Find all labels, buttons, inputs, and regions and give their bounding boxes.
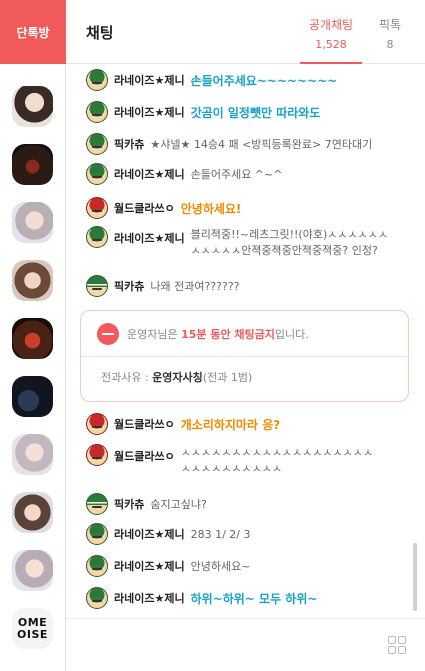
avatar-text: OISE bbox=[17, 627, 48, 641]
tab-public-chat[interactable]: 공개채팅 1,528 bbox=[300, 16, 362, 64]
chat-message-list: 라네이즈★제니 손들어주세요~~~~~~~~ 라네이즈★제니 갓곰이 일정뺏만 … bbox=[66, 64, 425, 618]
room-avatar[interactable] bbox=[12, 492, 53, 533]
user-nickname[interactable]: 라네이즈★제니 bbox=[114, 230, 185, 246]
user-level-icon bbox=[86, 587, 108, 609]
message-text: 손들어주세요 ^~^ bbox=[190, 168, 283, 181]
user-level-icon bbox=[86, 69, 108, 91]
page-title: 채팅 bbox=[86, 24, 114, 42]
user-nickname[interactable]: 라네이즈★제니 bbox=[114, 558, 185, 574]
message-text: 하위~하위~ 모두 하위~ bbox=[190, 591, 318, 606]
room-list-rail: 단톡방 OME OISE bbox=[0, 0, 66, 671]
chat-message: 라네이즈★제니 283 1/ 2/ 3 bbox=[86, 522, 251, 546]
message-text: 283 1/ 2/ 3 bbox=[190, 527, 251, 541]
user-nickname[interactable]: 라네이즈★제니 bbox=[114, 104, 185, 120]
room-avatar[interactable] bbox=[12, 260, 53, 301]
room-avatar[interactable] bbox=[12, 434, 53, 475]
chat-scrollbar[interactable] bbox=[413, 543, 417, 611]
chat-message: 라네이즈★제니 갓곰이 일정뺏만 따라와도 bbox=[86, 100, 320, 124]
avatar-text: OME bbox=[17, 615, 48, 629]
user-level-icon bbox=[86, 444, 108, 466]
user-nickname[interactable]: 라네이즈★제니 bbox=[114, 526, 185, 542]
user-nickname[interactable]: 월드클라쓰ㅇ bbox=[114, 200, 175, 216]
message-text: 손들어주세요~~~~~~~~ bbox=[190, 73, 338, 88]
message-text: ㅅㅅㅅㅅㅅㅅㅅㅅㅅㅅㅅㅅㅅㅅㅅㅅㅅㅅㅅㅅㅅㅅㅅㅅㅅㅅㅅㅅㅅ bbox=[180, 446, 374, 475]
room-avatar[interactable] bbox=[12, 376, 53, 417]
chat-message: 월드클라쓰ㅇ ㅅㅅㅅㅅㅅㅅㅅㅅㅅㅅㅅㅅㅅㅅㅅㅅㅅㅅㅅㅅㅅㅅㅅㅅㅅㅅㅅㅅㅅ bbox=[86, 444, 381, 484]
chat-ban-notice: 운영자님은 15분 동안 채팅금지입니다. 전과사유 : 운영자사칭(전과 1범… bbox=[80, 310, 409, 402]
user-level-icon bbox=[86, 226, 108, 248]
room-avatar[interactable] bbox=[12, 202, 53, 243]
chat-message: 라네이즈★제니 블리젹중!!~레츠그릿!!(야호)ㅅㅅㅅㅅㅅㅅㅅㅅㅅㅅㅅ안젹중젹… bbox=[86, 226, 391, 266]
user-level-icon bbox=[86, 101, 108, 123]
notice-reason: 전과사유 : 운영자사칭(전과 1범) bbox=[101, 371, 253, 384]
chat-message: 픽카츄 나왜 전과여?????? bbox=[86, 274, 240, 298]
message-text: 안녕하세요~ bbox=[190, 560, 251, 573]
chat-message: 월드클라쓰ㅇ 안녕하세요! bbox=[86, 196, 241, 220]
message-text: 개소리하지마라 응? bbox=[180, 417, 281, 432]
user-level-icon bbox=[86, 493, 108, 515]
user-level-icon bbox=[86, 413, 108, 435]
user-nickname[interactable]: 픽카츄 bbox=[114, 496, 144, 512]
tab-label: 공개채팅 bbox=[308, 18, 354, 32]
chat-message: 라네이즈★제니 하위~하위~ 모두 하위~ bbox=[86, 586, 317, 610]
room-avatar[interactable] bbox=[12, 86, 53, 127]
user-nickname[interactable]: 라네이즈★제니 bbox=[114, 72, 185, 88]
chat-message: 픽카츄 ★샤넬★ 14승4 패 <방픽등록완료> 7연타대기 bbox=[86, 132, 372, 156]
notice-message: 운영자님은 15분 동안 채팅금지입니다. bbox=[127, 327, 309, 341]
user-level-icon bbox=[86, 163, 108, 185]
chat-message: 라네이즈★제니 손들어주세요 ^~^ bbox=[86, 162, 282, 186]
chat-header: 채팅 공개채팅 1,528 픽톡 8 bbox=[66, 0, 425, 64]
group-chat-button[interactable]: 단톡방 bbox=[0, 0, 66, 64]
message-text: ★샤넬★ 14승4 패 <방픽등록완료> 7연타대기 bbox=[150, 138, 373, 151]
room-avatar[interactable] bbox=[12, 318, 53, 359]
tab-pick-talk[interactable]: 픽톡 8 bbox=[368, 16, 412, 51]
minus-circle-icon bbox=[97, 322, 119, 345]
user-nickname[interactable]: 월드클라쓰ㅇ bbox=[114, 448, 175, 464]
room-avatar[interactable] bbox=[12, 550, 53, 591]
user-nickname[interactable]: 라네이즈★제니 bbox=[114, 590, 185, 606]
tab-count: 8 bbox=[386, 38, 394, 51]
user-level-icon bbox=[86, 133, 108, 155]
tab-count: 1,528 bbox=[315, 38, 347, 51]
room-avatar[interactable]: OME OISE bbox=[12, 608, 53, 649]
user-nickname[interactable]: 픽카츄 bbox=[114, 278, 144, 294]
user-level-icon bbox=[86, 275, 108, 297]
tab-label: 픽톡 bbox=[378, 18, 402, 32]
grid-menu-icon[interactable] bbox=[388, 636, 406, 654]
message-text: 갓곰이 일정뺏만 따라와도 bbox=[190, 105, 321, 120]
message-text: 나왜 전과여?????? bbox=[150, 280, 240, 293]
user-level-icon bbox=[86, 197, 108, 219]
chat-message: 픽카츄 숨지고싶냐? bbox=[86, 492, 207, 516]
user-level-icon bbox=[86, 523, 108, 545]
chat-message: 월드클라쓰ㅇ 개소리하지마라 응? bbox=[86, 412, 280, 436]
message-text: 안녕하세요! bbox=[180, 201, 242, 216]
message-text: 숨지고싶냐? bbox=[150, 498, 207, 511]
user-nickname[interactable]: 라네이즈★제니 bbox=[114, 166, 185, 182]
user-level-icon bbox=[86, 555, 108, 577]
chat-input-bar bbox=[66, 618, 425, 671]
user-nickname[interactable]: 픽카츄 bbox=[114, 136, 144, 152]
user-nickname[interactable]: 월드클라쓰ㅇ bbox=[114, 416, 175, 432]
message-text: 블리젹중!!~레츠그릿!!(야호)ㅅㅅㅅㅅㅅㅅㅅㅅㅅㅅㅅ안젹중젹중안젹중젹중? … bbox=[190, 228, 388, 257]
room-avatar[interactable] bbox=[12, 144, 53, 185]
chat-message: 라네이즈★제니 손들어주세요~~~~~~~~ bbox=[86, 68, 337, 92]
chat-message: 라네이즈★제니 안녕하세요~ bbox=[86, 554, 250, 578]
